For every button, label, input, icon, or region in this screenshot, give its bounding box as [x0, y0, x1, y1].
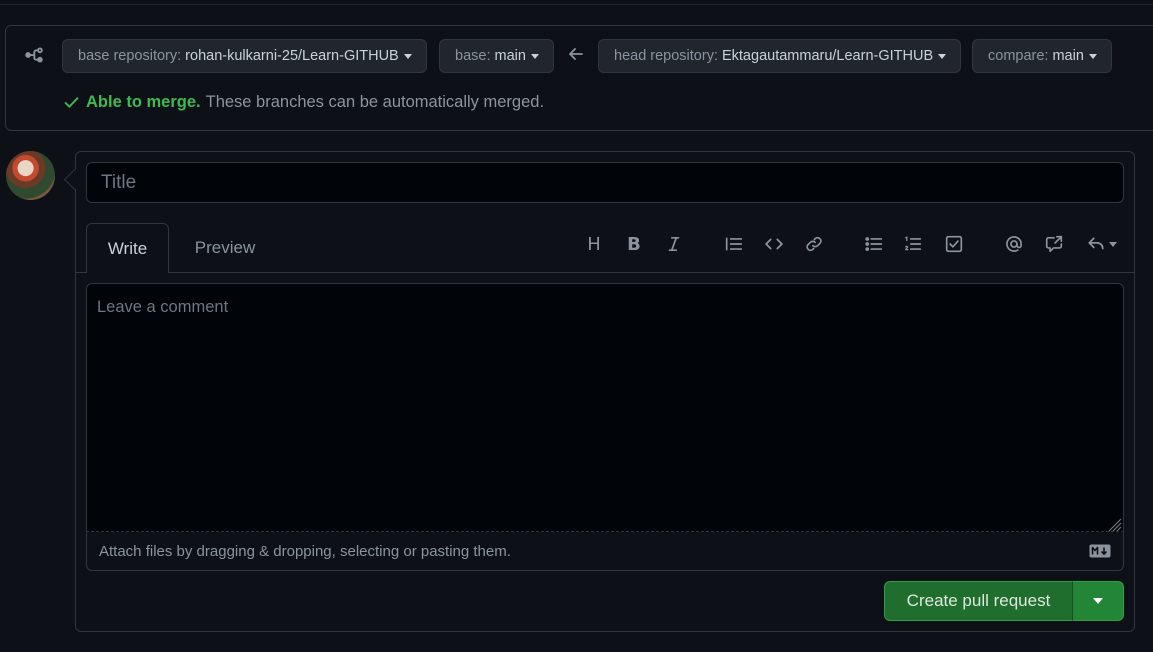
reply-icon[interactable]: [1084, 234, 1120, 254]
caret-down-icon: [403, 54, 412, 59]
base-repository-label: base repository:: [78, 48, 182, 64]
top-divider: [0, 4, 1153, 5]
merge-status: Able to merge. These branches can be aut…: [63, 93, 544, 112]
ordered-list-icon[interactable]: [903, 234, 923, 254]
base-branch-label: base:: [455, 48, 491, 64]
compare-branch-value: main: [1052, 48, 1084, 64]
resize-handle-icon[interactable]: [1104, 514, 1122, 532]
caret-down-icon: [530, 54, 539, 59]
create-options-dropdown[interactable]: [1072, 581, 1124, 621]
link-icon[interactable]: [804, 234, 824, 254]
code-icon[interactable]: [764, 234, 784, 254]
head-repository-label: head repository:: [614, 48, 718, 64]
arrow-left-icon: [567, 46, 585, 62]
tab-write[interactable]: Write: [86, 223, 169, 273]
check-icon: [64, 97, 79, 108]
head-repository-select[interactable]: head repository: Ektagautammaru/Learn-GI…: [598, 39, 962, 73]
title-input[interactable]: [86, 162, 1124, 203]
merge-status-description: These branches can be automatically merg…: [205, 93, 545, 111]
caret-down-icon: [1088, 54, 1097, 59]
caret-down-icon: [938, 54, 947, 59]
base-repository-value: rohan-kulkarni-25/Learn-GITHUB: [185, 48, 399, 64]
heading-icon[interactable]: H: [584, 234, 604, 255]
compare-branch-select[interactable]: compare: main: [972, 39, 1112, 73]
attach-files-bar[interactable]: Attach files by dragging & dropping, sel…: [86, 532, 1124, 571]
git-compare-icon: [24, 45, 44, 65]
attach-files-text: Attach files by dragging & dropping, sel…: [99, 542, 511, 560]
base-branch-select[interactable]: base: main: [439, 39, 554, 73]
tab-preview[interactable]: Preview: [180, 223, 270, 273]
base-branch-value: main: [494, 48, 526, 64]
caret-down-icon: [1109, 241, 1117, 247]
unordered-list-icon[interactable]: [864, 234, 884, 254]
comment-textarea[interactable]: [86, 283, 1124, 532]
base-repository-select[interactable]: base repository: rohan-kulkarni-25/Learn…: [62, 39, 427, 73]
head-repository-value: Ektagautammaru/Learn-GITHUB: [721, 48, 934, 64]
markdown-icon[interactable]: [1089, 544, 1111, 558]
create-pull-request-button[interactable]: Create pull request: [884, 581, 1073, 621]
reference-icon[interactable]: [1044, 234, 1064, 254]
avatar[interactable]: [6, 151, 55, 200]
task-list-icon[interactable]: [944, 234, 964, 254]
merge-status-label: Able to merge.: [86, 93, 201, 111]
compare-branch-label: compare:: [988, 48, 1049, 64]
bold-icon[interactable]: B: [624, 234, 644, 255]
italic-icon[interactable]: [664, 234, 684, 254]
caret-down-icon: [1093, 598, 1103, 604]
quote-icon[interactable]: [724, 234, 744, 254]
mention-icon[interactable]: [1004, 234, 1024, 254]
